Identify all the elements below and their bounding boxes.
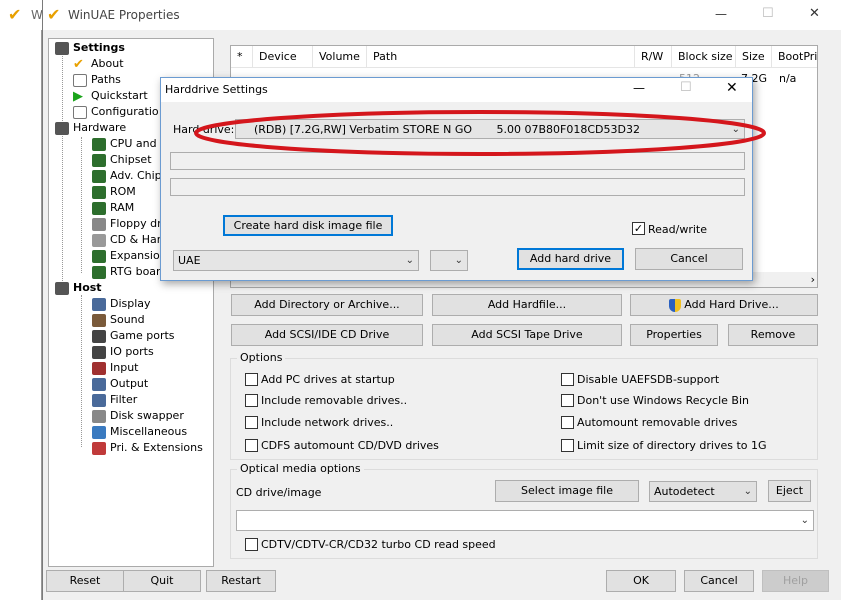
red-ellipse-annotation xyxy=(194,110,766,156)
